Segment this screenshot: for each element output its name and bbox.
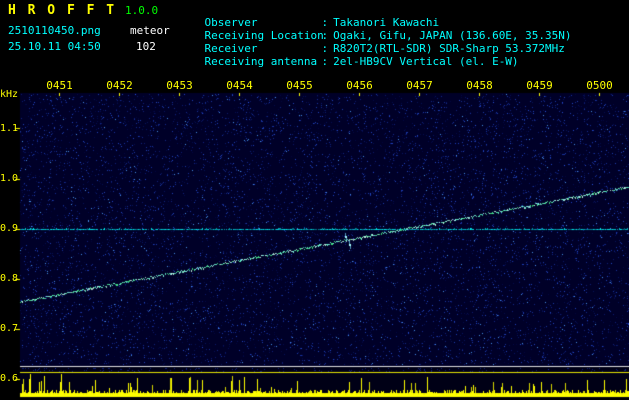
freq-tick-label: 0.6 (0, 373, 19, 384)
time-tick-label: 0453 (166, 79, 193, 92)
time-tick-label: 0454 (226, 79, 253, 92)
time-tick-label: 0451 (46, 79, 73, 92)
time-tick-label: 0455 (286, 79, 313, 92)
time-tick-label: 0458 (466, 79, 493, 92)
time-tick-label: 0459 (526, 79, 553, 92)
time-tick-label: 0452 (106, 79, 133, 92)
time-tick-label: 0500 (586, 79, 613, 92)
time-tick-label: 0456 (346, 79, 373, 92)
freq-tick-label: 0.8 (0, 273, 19, 284)
freq-tick-label: 0.7 (0, 323, 19, 334)
info-label: Receiving antenna (204, 55, 318, 68)
app-title: H R O F F T (8, 3, 117, 18)
freq-tick-label: 1.0 (0, 173, 19, 184)
datetime-label: 25.10.11 04:50 (8, 40, 101, 53)
info-colon: : (321, 55, 329, 68)
info-value: 2el-HB9CV Vertical (el. E-W) (333, 55, 519, 68)
echo-count: 102 (136, 40, 156, 53)
mode-label: meteor (130, 24, 170, 37)
app-version: 1.0.0 (125, 4, 159, 17)
hrofft-output: H R O F F T 1.0.0 2510110450.png meteor … (0, 0, 629, 400)
time-tick-label: 0457 (406, 79, 433, 92)
freq-axis-unit: kHz (0, 89, 19, 100)
freq-tick-label: 0.9 (0, 223, 19, 234)
freq-tick-label: 1.1 (0, 123, 19, 134)
output-filename: 2510110450.png (8, 24, 101, 37)
info-row-antenna: Receiving antenna:2el-HB9CV Vertical (el… (178, 42, 519, 81)
